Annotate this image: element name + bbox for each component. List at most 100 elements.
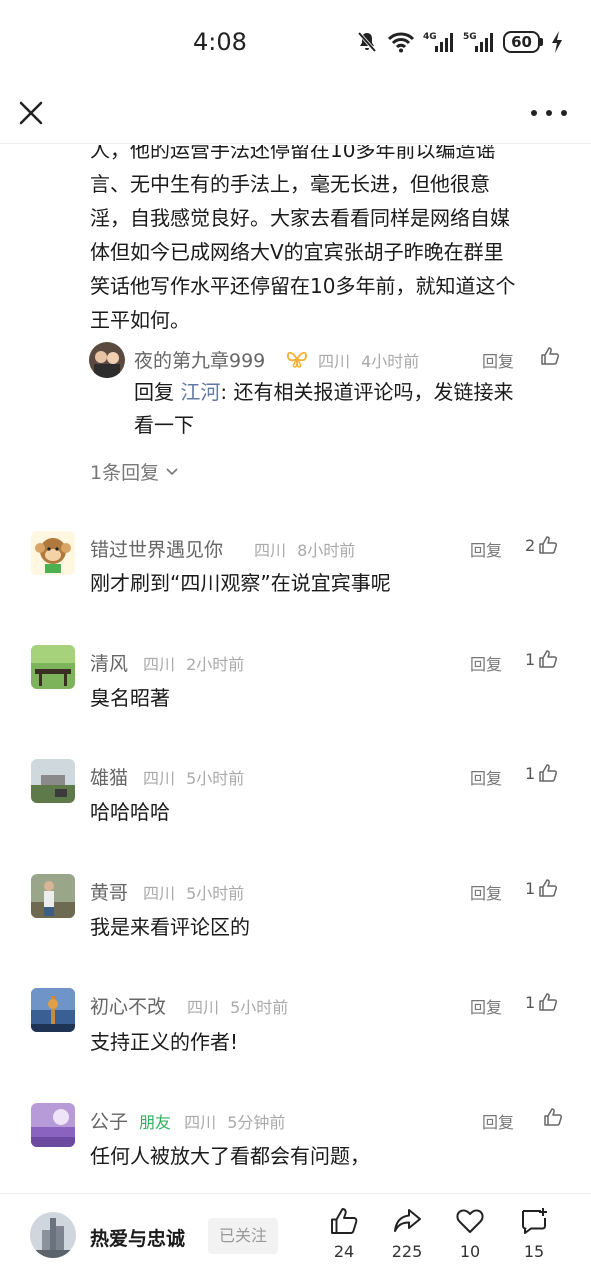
thumbs-up-icon xyxy=(539,650,558,668)
thumbs-up-icon xyxy=(544,1108,563,1126)
avatar[interactable] xyxy=(31,874,75,918)
time-label: 5小时前 xyxy=(186,884,245,903)
battery-indicator: 60 xyxy=(503,31,543,53)
comment-action[interactable]: 15 xyxy=(504,1206,564,1261)
user-name[interactable]: 公子 xyxy=(90,1107,128,1134)
time-label: 2小时前 xyxy=(186,655,245,674)
more-dot xyxy=(546,110,552,116)
time-label: 5小时前 xyxy=(230,998,289,1017)
comment-body-line: 笑话他写作水平还停留在10多年前，就知道这个 xyxy=(90,274,516,298)
mention-link[interactable]: 江河 xyxy=(180,380,220,404)
reply-button[interactable]: 回复 xyxy=(470,994,502,1018)
comment-body-line: 体但如今已成网络大V的宜宾张胡子昨晚在群里 xyxy=(90,240,504,264)
comment-body-line: 王平如何。 xyxy=(90,308,190,332)
favorite-count: 10 xyxy=(459,1242,481,1261)
close-icon xyxy=(19,101,43,125)
reply-text: 回复 江河: 还有相关报道评论吗，发链接来 看一下 xyxy=(134,376,564,442)
comment-body-line: 人，他的运营手法还停留在10多年前以编造谣 xyxy=(90,145,496,162)
reply-text-line1: : 还有相关报道评论吗，发链接来 xyxy=(220,380,514,404)
more-dot xyxy=(561,110,567,116)
comment-text: 支持正义的作者! xyxy=(90,1030,239,1054)
comment-body-line: 淫，自我感觉良好。大家去看看同样是网络自媒 xyxy=(90,206,510,230)
user-name[interactable]: 初心不改 xyxy=(90,992,166,1019)
comment-body-line: 言、无中生有的手法上，毫无长进，但他很意 xyxy=(90,172,490,196)
comment-meta: 四川 8小时前 xyxy=(254,537,355,561)
expand-replies-button[interactable]: 1条回复 xyxy=(90,458,179,485)
user-name-text: 公子 xyxy=(90,1111,129,1133)
avatar[interactable] xyxy=(31,1103,75,1147)
like-button[interactable]: 1 xyxy=(525,878,558,898)
thumbs-up-icon xyxy=(539,879,558,897)
like-count: 1 xyxy=(525,878,536,898)
comment-add-icon xyxy=(522,1208,547,1234)
comment-text: 臭名昭著 xyxy=(90,686,170,710)
share-count: 225 xyxy=(391,1242,423,1261)
comment-meta: 四川 2小时前 xyxy=(143,651,244,675)
charging-bolt-icon xyxy=(552,31,562,53)
user-name[interactable]: 清风 xyxy=(90,649,128,676)
avatar[interactable] xyxy=(31,531,75,575)
user-name[interactable]: 夜的第九章999 xyxy=(134,346,265,373)
avatar[interactable] xyxy=(31,645,75,689)
friend-tag: 朋友 xyxy=(139,1113,172,1132)
like-button[interactable]: 1 xyxy=(525,763,558,783)
user-name[interactable]: 雄猫 xyxy=(90,763,128,790)
comment-body-text: 人，他的运营手法还停留在10多年前以编造谣 言、无中生有的手法上，毫无长进，但他… xyxy=(90,145,570,337)
net-4g-label: 4G xyxy=(423,32,437,42)
signal-4g-icon: 4G xyxy=(423,32,454,52)
follow-button[interactable]: 已关注 xyxy=(208,1218,278,1254)
thumbs-up-icon xyxy=(331,1208,358,1234)
net-5g-label: 5G xyxy=(463,32,477,42)
favorite-action[interactable]: 10 xyxy=(440,1206,500,1261)
like-action[interactable]: 24 xyxy=(314,1206,374,1261)
time-label: 4小时前 xyxy=(361,352,420,371)
reply-button[interactable]: 回复 xyxy=(482,348,514,372)
status-bar: 4:08 4G 5G 60 xyxy=(0,0,591,86)
time-label: 5分钟前 xyxy=(227,1113,286,1132)
author-name[interactable]: 热爱与忠诚 xyxy=(90,1224,185,1251)
status-time: 4:08 xyxy=(193,28,247,56)
comment-text: 哈哈哈哈 xyxy=(90,800,170,824)
like-button[interactable]: 2 xyxy=(525,535,558,555)
reply-button[interactable]: 回复 xyxy=(482,1109,514,1133)
vip-butterfly-icon xyxy=(286,351,308,368)
more-options-button[interactable] xyxy=(531,100,567,126)
region-label: 四川 xyxy=(143,655,176,674)
user-name[interactable]: 黄哥 xyxy=(90,878,128,905)
like-button[interactable]: 1 xyxy=(525,992,558,1012)
share-action[interactable]: 225 xyxy=(377,1206,437,1261)
reply-button[interactable]: 回复 xyxy=(470,651,502,675)
close-button[interactable] xyxy=(16,98,46,128)
avatar[interactable] xyxy=(31,988,75,1032)
like-button[interactable] xyxy=(540,1107,563,1127)
like-count: 2 xyxy=(525,535,536,555)
battery-level: 60 xyxy=(503,31,540,53)
reply-button[interactable]: 回复 xyxy=(470,537,502,561)
avatar[interactable] xyxy=(31,759,75,803)
like-count: 1 xyxy=(525,992,536,1012)
more-dot xyxy=(531,110,537,116)
avatar[interactable] xyxy=(89,342,125,378)
like-button[interactable] xyxy=(540,346,560,366)
reply-button[interactable]: 回复 xyxy=(470,765,502,789)
comment-meta: 四川 5小时前 xyxy=(143,765,244,789)
time-label: 5小时前 xyxy=(186,769,245,788)
thumbs-up-icon xyxy=(539,764,558,782)
reply-text-line2: 看一下 xyxy=(134,413,194,437)
like-button[interactable]: 1 xyxy=(525,649,558,669)
thumbs-up-icon xyxy=(539,536,558,554)
comment-meta: 四川 4小时前 xyxy=(318,348,419,372)
bottom-action-bar: 热爱与忠诚 已关注 24 225 10 15 xyxy=(0,1193,591,1280)
reply-button[interactable]: 回复 xyxy=(470,880,502,904)
thumbs-up-icon xyxy=(541,347,560,365)
top-navigation-bar xyxy=(0,86,591,144)
chevron-down-icon xyxy=(166,467,178,475)
comments-scroll-area[interactable]: 人，他的运营手法还停留在10多年前以编造谣 言、无中生有的手法上，毫无长进，但他… xyxy=(0,145,591,1193)
region-label: 四川 xyxy=(143,884,176,903)
author-avatar[interactable] xyxy=(30,1212,76,1258)
comment-text: 任何人被放大了看都会有问题， xyxy=(90,1144,370,1168)
more-replies-label: 1条回复 xyxy=(90,462,160,484)
user-name[interactable]: 错过世界遇见你 xyxy=(90,535,223,562)
region-label: 四川 xyxy=(187,998,220,1017)
mute-bell-icon xyxy=(357,31,377,53)
